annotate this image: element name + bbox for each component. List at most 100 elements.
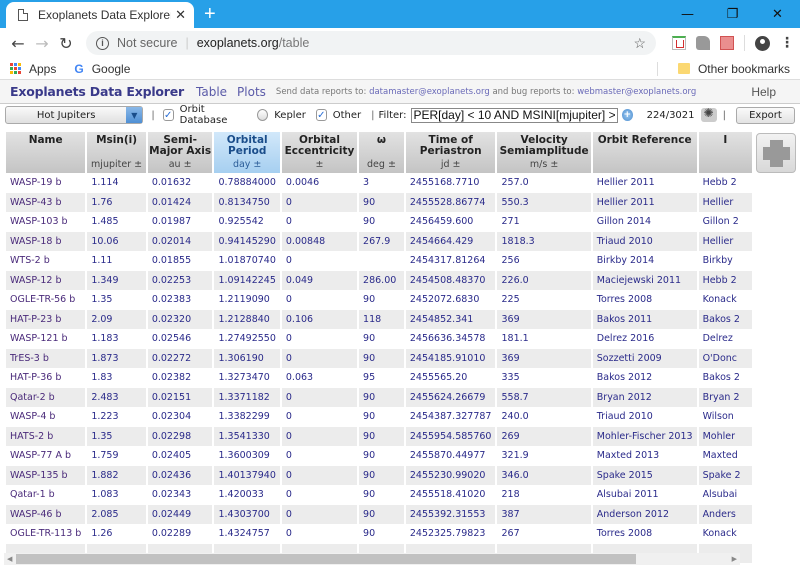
planet-name-cell[interactable]: WASP-46 b [6,504,86,524]
apps-icon[interactable] [10,63,21,74]
column-header[interactable]: I [698,132,752,173]
filter-input[interactable] [410,107,618,123]
table-row[interactable]: HAT-P-36 b 1.83 0.02382 1.3273470 0.063 95 245… [6,368,752,388]
planet-name-cell[interactable]: WASP-18 b [6,231,86,251]
scroll-right-icon[interactable]: ▶ [732,553,737,565]
data-email-link[interactable]: datamaster@exoplanets.org [369,87,490,97]
planet-name-cell[interactable]: WASP-77 A b [6,446,85,466]
planet-name-cell[interactable]: HATS-2 b [6,426,86,446]
horizontal-scrollbar[interactable]: ◀ ▶ [4,553,740,565]
table-cell[interactable]: Bakos 2 [698,309,752,329]
table-cell[interactable]: Hellier 2011 [593,173,697,193]
table-row[interactable]: HATS-2 b 1.35 0.02298 1.3541330 0 90 2455954.5… [6,426,752,446]
table-row[interactable]: HAT-P-23 b 2.09 0.02320 1.2128840 0.106 118 24… [6,309,752,329]
table-cell[interactable]: Delrez 2016 [593,329,697,349]
back-icon[interactable]: ← [6,34,30,53]
planet-name-cell[interactable]: WASP-12 b [6,270,86,290]
column-header[interactable]: Orbital Period day ± [214,132,280,173]
bookmark-star-icon[interactable]: ☆ [633,35,646,52]
planet-name-cell[interactable]: OGLE-TR-56 b [6,290,85,310]
table-row[interactable]: Qatar-2 b 2.483 0.02151 1.3371182 0 90 2455624… [6,387,752,407]
table-cell[interactable]: Wilson [699,407,752,427]
table-row[interactable]: WASP-12 b 1.349 0.02253 1.09142245 0.049 286.… [6,270,752,290]
table-cell[interactable]: Maxted [699,446,752,466]
table-cell[interactable]: Gillon 2014 [593,212,697,232]
table-row[interactable]: WASP-4 b 1.223 0.02304 1.3382299 0 90 2454387.… [6,407,752,427]
table-cell[interactable]: Bryan 2012 [592,387,697,407]
table-row[interactable]: WASP-103 b 1.485 0.01987 0.925542 0 90 2456459… [6,212,752,232]
extension-pdf-icon[interactable] [720,36,734,50]
planet-name-cell[interactable]: Qatar-2 b [6,387,86,407]
extension-shield-icon[interactable] [672,36,686,50]
address-bar[interactable]: i Not secure | exoplanets.org/table ☆ [86,31,656,55]
table-row[interactable]: WASP-43 b 1.76 0.01424 0.8134750 0 90 2455528.… [6,192,752,212]
table-cell[interactable]: Gillon 2 [699,212,752,232]
settings-gear-icon[interactable] [700,106,717,122]
table-cell[interactable]: Spake 2015 [592,465,697,485]
restore-icon[interactable]: ❐ [710,0,755,28]
new-tab-button[interactable]: + [204,3,216,26]
close-window-icon[interactable]: ✕ [755,0,800,28]
table-cell[interactable]: Hellier 2011 [592,192,697,212]
table-row[interactable]: WASP-19 b 1.114 0.01632 0.78884000 0.0046 3 24… [6,173,752,193]
table-cell[interactable]: Hebb 2 [698,270,752,290]
dropdown-arrow-icon[interactable]: ▼ [126,107,143,123]
table-cell[interactable]: Torres 2008 [593,524,697,544]
bookmark-apps[interactable]: Apps [29,62,56,76]
table-row[interactable]: WASP-46 b 2.085 0.02449 1.4303700 0 90 2455392… [6,504,752,524]
extension-share-icon[interactable] [696,36,710,50]
column-header[interactable]: Msin(i) mjupiter ± [87,132,146,173]
table-cell[interactable]: Triaud 2010 [593,407,697,427]
planet-name-cell[interactable]: WASP-19 b [6,173,85,193]
scrollbar-thumb[interactable] [16,554,636,564]
menu-icon[interactable]: ⋮ [780,35,794,51]
column-header[interactable]: Name [6,132,86,173]
column-header[interactable]: ω deg ± [359,132,404,173]
column-header[interactable]: Orbital Eccentricity ± [281,132,358,173]
scroll-left-icon[interactable]: ◀ [7,553,12,565]
planet-name-cell[interactable]: WASP-4 b [6,407,85,427]
table-row[interactable]: WASP-18 b 10.06 0.02014 0.94145290 0.00848 26… [6,231,752,251]
planet-name-cell[interactable]: WASP-135 b [6,465,86,485]
table-cell[interactable]: Sozzetti 2009 [592,348,697,368]
table-cell[interactable]: Bakos 2011 [592,309,697,329]
table-cell[interactable]: Konack [699,290,752,310]
column-header[interactable]: Time of Periastron jd ± [405,132,496,173]
planet-name-cell[interactable]: HAT-P-23 b [6,309,86,329]
table-cell[interactable]: Alsubai [699,485,752,505]
planet-name-cell[interactable]: Qatar-1 b [6,485,85,505]
table-row[interactable]: WASP-135 b 1.882 0.02436 1.40137940 0 90 24552… [6,465,752,485]
planet-name-cell[interactable]: WASP-121 b [6,329,85,349]
planet-name-cell[interactable]: TrES-3 b [6,348,86,368]
planet-name-cell[interactable]: HAT-P-36 b [6,368,85,388]
column-header[interactable]: Velocity Semiamplitude m/s ± [497,132,591,173]
planet-name-cell[interactable]: OGLE-TR-113 b [6,524,85,544]
profile-icon[interactable] [755,35,770,51]
info-icon[interactable]: i [96,36,109,50]
table-cell[interactable]: Maxted 2013 [593,446,697,466]
forward-icon[interactable]: → [30,34,54,53]
add-column-button[interactable] [756,133,796,173]
table-cell[interactable]: Mohler-Fischer 2013 [592,426,697,446]
table-cell[interactable]: Triaud 2010 [592,231,697,251]
table-cell[interactable]: Alsubai 2011 [593,485,697,505]
export-button[interactable]: Export [735,106,795,124]
planet-name-cell[interactable]: WASP-103 b [6,212,85,232]
table-row[interactable]: OGLE-TR-113 b 1.26 0.02289 1.4324757 0 90 2452… [6,524,752,544]
planet-name-cell[interactable]: WTS-2 b [6,251,85,271]
table-cell[interactable]: Mohler [698,426,752,446]
help-link[interactable]: Help [751,85,776,99]
nav-plots[interactable]: Plots [237,85,266,99]
kepler-checkbox[interactable] [257,109,269,121]
browser-tab[interactable]: Exoplanets Data Explorer | Table ✕ [6,2,194,28]
preset-select[interactable]: Hot Jupiters ▼ [5,106,144,124]
table-cell[interactable]: Birkby 2014 [593,251,697,271]
table-cell[interactable]: Torres 2008 [593,290,697,310]
table-cell[interactable]: Konack [699,524,752,544]
planet-name-cell[interactable]: WASP-43 b [6,192,86,212]
app-brand[interactable]: Exoplanets Data Explorer [10,84,184,99]
table-row[interactable]: WTS-2 b 1.11 0.01855 1.01870740 0 2454317.812… [6,251,752,271]
table-cell[interactable]: O'Donc [698,348,752,368]
table-cell[interactable]: Bakos 2012 [593,368,697,388]
table-cell[interactable]: Hellier [698,231,752,251]
